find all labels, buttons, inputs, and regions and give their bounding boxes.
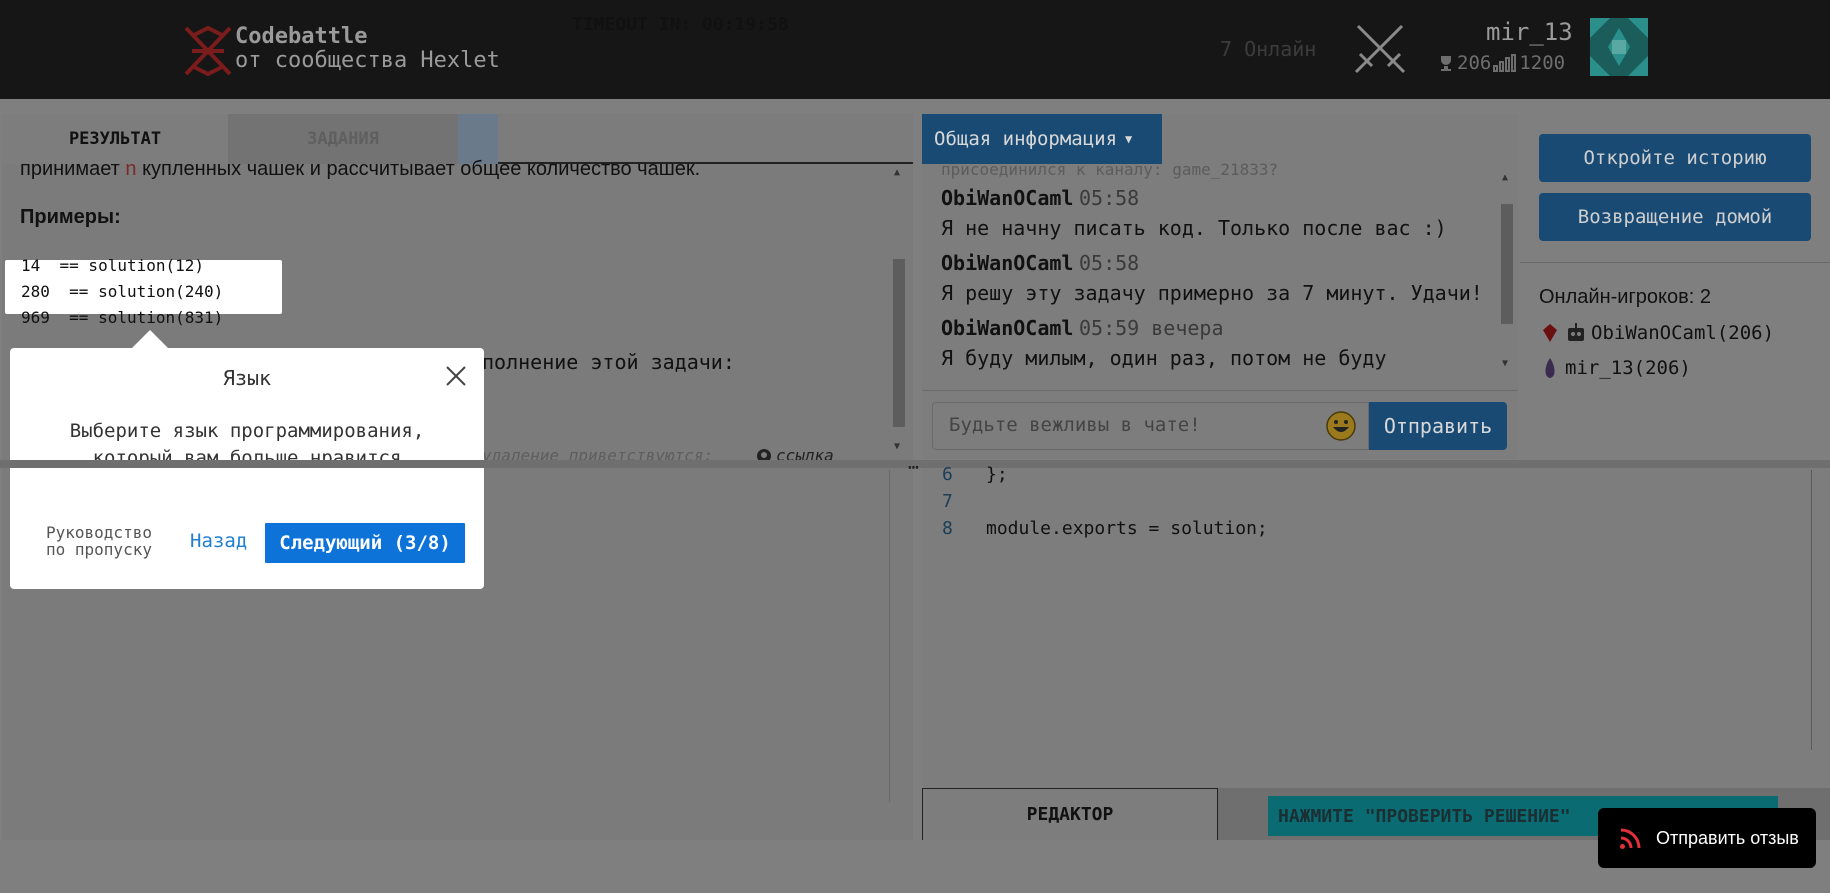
example-line: 969 == solution(831): [21, 308, 224, 327]
scroll-up-icon[interactable]: ▲: [894, 167, 900, 178]
swords-icon[interactable]: [1352, 22, 1408, 76]
open-history-button[interactable]: Откройте историю: [1539, 134, 1811, 182]
chat-dropdown[interactable]: Общая информация ▼: [922, 114, 1162, 164]
code-editor[interactable]: [922, 468, 1830, 788]
line-number: 6: [942, 464, 953, 485]
score-value: 1200: [1519, 52, 1566, 74]
scroll-down-icon[interactable]: ▼: [1502, 358, 1508, 369]
divider: [1520, 262, 1830, 263]
line-number: 7: [942, 491, 953, 512]
tab-tasks[interactable]: ЗАДАНИЯ: [228, 114, 458, 164]
logo-icon[interactable]: [184, 26, 232, 76]
close-icon[interactable]: [444, 364, 468, 388]
timeout-timer: TIMEOUT IN: 00:19:58: [572, 14, 789, 35]
tab-editor[interactable]: РЕДАКТОР: [922, 788, 1218, 840]
logo-subtitle[interactable]: от сообщества Hexlet: [235, 48, 500, 73]
line-number: 8: [942, 518, 953, 539]
chat-time: 05:59 вечера: [1079, 316, 1224, 340]
ruby-icon: [1543, 324, 1557, 342]
code-line[interactable]: module.exports = solution;: [986, 518, 1268, 539]
task-text-part: купленных чашек и рассчитывает общее кол…: [136, 158, 701, 180]
rss-icon: [1620, 828, 1641, 849]
player-name[interactable]: mir_13(206): [1565, 357, 1691, 379]
example-line: 14 == solution(12): [21, 256, 205, 275]
editor-ruler: [1811, 470, 1812, 750]
chat-text: Я буду милым, один раз, потом не буду: [941, 346, 1387, 370]
feedback-label: Отправить отзыв: [1656, 827, 1799, 848]
code-line[interactable]: };: [986, 464, 1008, 485]
player-item[interactable]: mir_13(206): [1539, 357, 1691, 379]
divider: [889, 470, 890, 802]
chat-time: 05:58: [1079, 186, 1140, 210]
feedback-button[interactable]: Отправить отзыв: [1598, 808, 1816, 868]
chat-text: Я решу эту задачу примерно за 7 минут. У…: [941, 281, 1483, 305]
task-partial-text: полнение этой задачи:: [482, 350, 735, 374]
task-variable: n: [125, 158, 137, 180]
rating-value: 206: [1457, 52, 1492, 74]
chat-author: ObiWanOCaml: [941, 316, 1074, 340]
back-button[interactable]: Назад: [190, 530, 247, 552]
return-home-button[interactable]: Возвращение домой: [1539, 193, 1811, 241]
next-button[interactable]: Следующий (3/8): [265, 523, 465, 563]
splitter-handle-icon[interactable]: ⋯: [908, 457, 919, 478]
emoji-icon[interactable]: [1326, 411, 1356, 441]
chat-dropdown-label: Общая информация: [934, 128, 1118, 150]
scroll-thumb[interactable]: [1501, 204, 1513, 324]
tutorial-popover: Язык Выберите язык программирования, кот…: [10, 348, 484, 589]
header: Codebattle от сообщества Hexlet 7 Онлайн…: [0, 0, 1830, 99]
tab-result[interactable]: РЕЗУЛЬТАТ: [2, 114, 228, 164]
chat-author: ObiWanOCaml: [941, 251, 1074, 275]
scroll-down-icon[interactable]: ▼: [894, 441, 900, 452]
caret-down-icon: ▼: [1125, 132, 1133, 146]
divider: [922, 390, 1518, 391]
popover-title: Язык: [222, 366, 272, 390]
tab-accent: [458, 114, 498, 164]
avatar[interactable]: [1590, 18, 1648, 76]
task-text-part: принимает: [20, 158, 126, 180]
chat-scrollbar[interactable]: ▲ ▼: [1498, 170, 1516, 376]
scroll-thumb[interactable]: [893, 259, 905, 427]
chat-text: Я не начну писать код. Только после вас …: [941, 216, 1447, 240]
scroll-up-icon[interactable]: ▲: [1502, 172, 1508, 183]
player-name[interactable]: ObiWanOCaml(206): [1591, 322, 1774, 344]
logo-title[interactable]: Codebattle: [235, 24, 367, 49]
chat-time: 05:58: [1079, 251, 1140, 275]
task-description: принимает n купленных чашек и рассчитыва…: [20, 158, 700, 181]
chat-input[interactable]: [947, 413, 1307, 437]
username[interactable]: mir_13: [1486, 18, 1573, 46]
online-players-heading: Онлайн-игроков: 2: [1539, 286, 1711, 308]
player-item[interactable]: ObiWanOCaml(206): [1539, 322, 1774, 344]
chat-system-message: присоединился к каналу: game_21833?: [941, 160, 1279, 179]
examples-heading: Примеры:: [20, 206, 121, 228]
popover-description-line: Выберите язык программирования,: [69, 420, 425, 442]
skip-tour-button[interactable]: Руководство по пропуску: [46, 524, 152, 558]
trophy-icon: [1441, 56, 1451, 71]
robot-icon: [1568, 323, 1584, 341]
example-line: 280 == solution(240): [21, 282, 224, 301]
user-stats: 206 1200: [1437, 52, 1565, 74]
elixir-icon: [1545, 358, 1555, 378]
skip-label: по пропуску: [46, 540, 152, 559]
chat-input-box[interactable]: [932, 402, 1369, 450]
popover-arrow: [132, 330, 168, 348]
skip-label: Руководство: [46, 523, 152, 542]
chat-author: ObiWanOCaml: [941, 186, 1074, 210]
online-count: 7 Онлайн: [1220, 37, 1317, 61]
task-scrollbar[interactable]: ▲ ▼: [890, 165, 908, 455]
signal-icon: [1493, 54, 1517, 72]
send-button[interactable]: Отправить: [1369, 402, 1507, 450]
